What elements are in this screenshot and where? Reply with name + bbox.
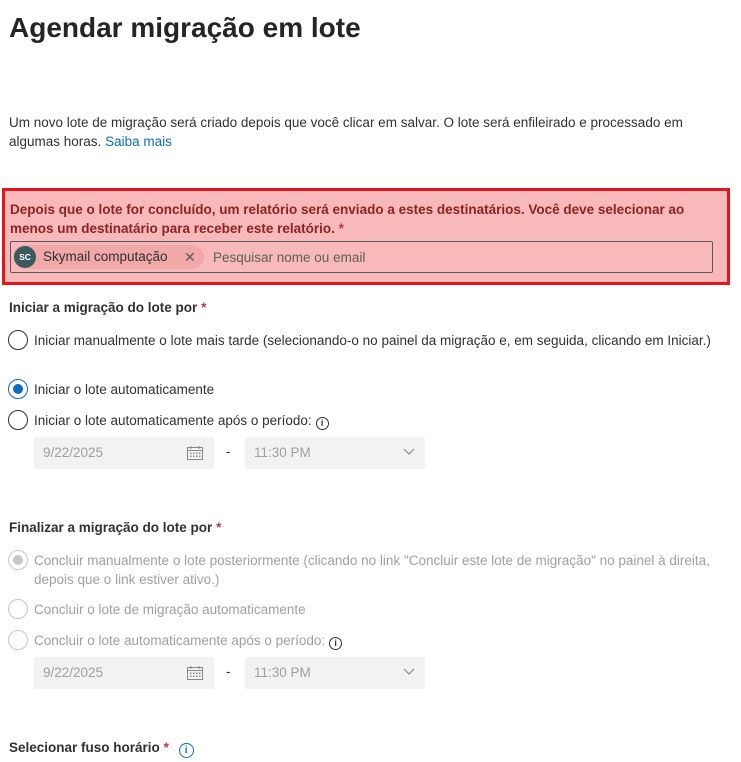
remove-recipient-icon[interactable]: ✕ (184, 245, 196, 269)
timezone-label-text: Selecionar fuso horário (9, 740, 160, 755)
finish-option-manual: Concluir manualmente o lote posteriormen… (8, 550, 728, 590)
learn-more-link[interactable]: Saiba mais (105, 134, 172, 149)
start-option-automatic[interactable]: Iniciar o lote automaticamente (8, 379, 728, 401)
required-mark: * (163, 740, 169, 755)
radio-label-text: Iniciar o lote automaticamente após o pe… (34, 413, 312, 428)
start-section-label: Iniciar a migração do lote por * (9, 300, 206, 315)
start-time-value: 11:30 PM (254, 445, 311, 460)
radio-button-disabled-selected (8, 550, 28, 570)
finish-time-dropdown: 11:30 PM (245, 657, 425, 689)
avatar: SC (14, 246, 36, 268)
start-section-label-text: Iniciar a migração do lote por (9, 300, 198, 315)
recipient-chip-name: Skymail computação (43, 249, 168, 264)
calendar-icon[interactable] (187, 446, 203, 460)
radio-label: Iniciar manualmente o lote mais tarde (s… (34, 333, 711, 348)
intro-text: Um novo lote de migração será criado dep… (9, 113, 724, 151)
finish-time-value: 11:30 PM (254, 665, 311, 680)
radio-button-selected[interactable] (8, 379, 28, 399)
info-icon[interactable]: i (315, 417, 329, 430)
radio-button[interactable] (8, 410, 28, 430)
range-separator: - (226, 664, 231, 679)
finish-date-picker: 9/22/2025 (34, 657, 214, 689)
recipients-error-box: Depois que o lote for concluído, um rela… (2, 188, 730, 285)
recipients-label-text: Depois que o lote for concluído, um rela… (10, 202, 685, 236)
chevron-down-icon (403, 668, 415, 675)
required-mark: * (201, 300, 207, 315)
schedule-batch-page: Agendar migração em lote Um novo lote de… (0, 0, 741, 762)
recipient-chip[interactable]: SC Skymail computação ✕ (13, 245, 204, 269)
range-separator: - (226, 444, 231, 459)
required-mark: * (338, 221, 344, 236)
radio-label: Concluir o lote automaticamente após o p… (34, 631, 714, 650)
radio-button-disabled (8, 599, 28, 619)
recipient-picker[interactable]: SC Skymail computação ✕ (10, 241, 713, 273)
finish-option-automatic: Concluir o lote de migração automaticame… (8, 599, 728, 621)
start-date-picker[interactable]: 9/22/2025 (34, 437, 214, 469)
radio-label-text: Concluir o lote automaticamente após o p… (34, 633, 326, 648)
page-title: Agendar migração em lote (9, 12, 361, 43)
start-option-manual[interactable]: Iniciar manualmente o lote mais tarde (s… (8, 330, 728, 370)
start-option-after-period[interactable]: Iniciar o lote automaticamente após o pe… (8, 410, 728, 432)
info-icon[interactable]: i (178, 743, 194, 758)
recipient-search-input[interactable] (211, 246, 691, 268)
finish-section-label-text: Finalizar a migração do lote por (9, 520, 213, 535)
radio-button-disabled (8, 630, 28, 650)
radio-label: Iniciar o lote automaticamente (34, 382, 215, 397)
info-icon[interactable]: i (329, 637, 343, 650)
start-time-dropdown[interactable]: 11:30 PM (245, 437, 425, 469)
finish-section-label: Finalizar a migração do lote por * (9, 520, 221, 535)
finish-option-after-period: Concluir o lote automaticamente após o p… (8, 630, 728, 652)
finish-date-value: 9/22/2025 (43, 665, 104, 680)
required-mark: * (216, 520, 222, 535)
recipients-label: Depois que o lote for concluído, um rela… (10, 200, 724, 238)
radio-label: Concluir manualmente o lote posteriormen… (34, 553, 710, 587)
radio-label: Iniciar o lote automaticamente após o pe… (34, 411, 714, 430)
start-date-value: 9/22/2025 (43, 445, 104, 460)
radio-button[interactable] (8, 330, 28, 350)
calendar-icon (187, 666, 203, 680)
chevron-down-icon[interactable] (403, 448, 415, 456)
timezone-section-label: Selecionar fuso horário * i (9, 740, 194, 758)
radio-label: Concluir o lote de migração automaticame… (34, 602, 306, 617)
